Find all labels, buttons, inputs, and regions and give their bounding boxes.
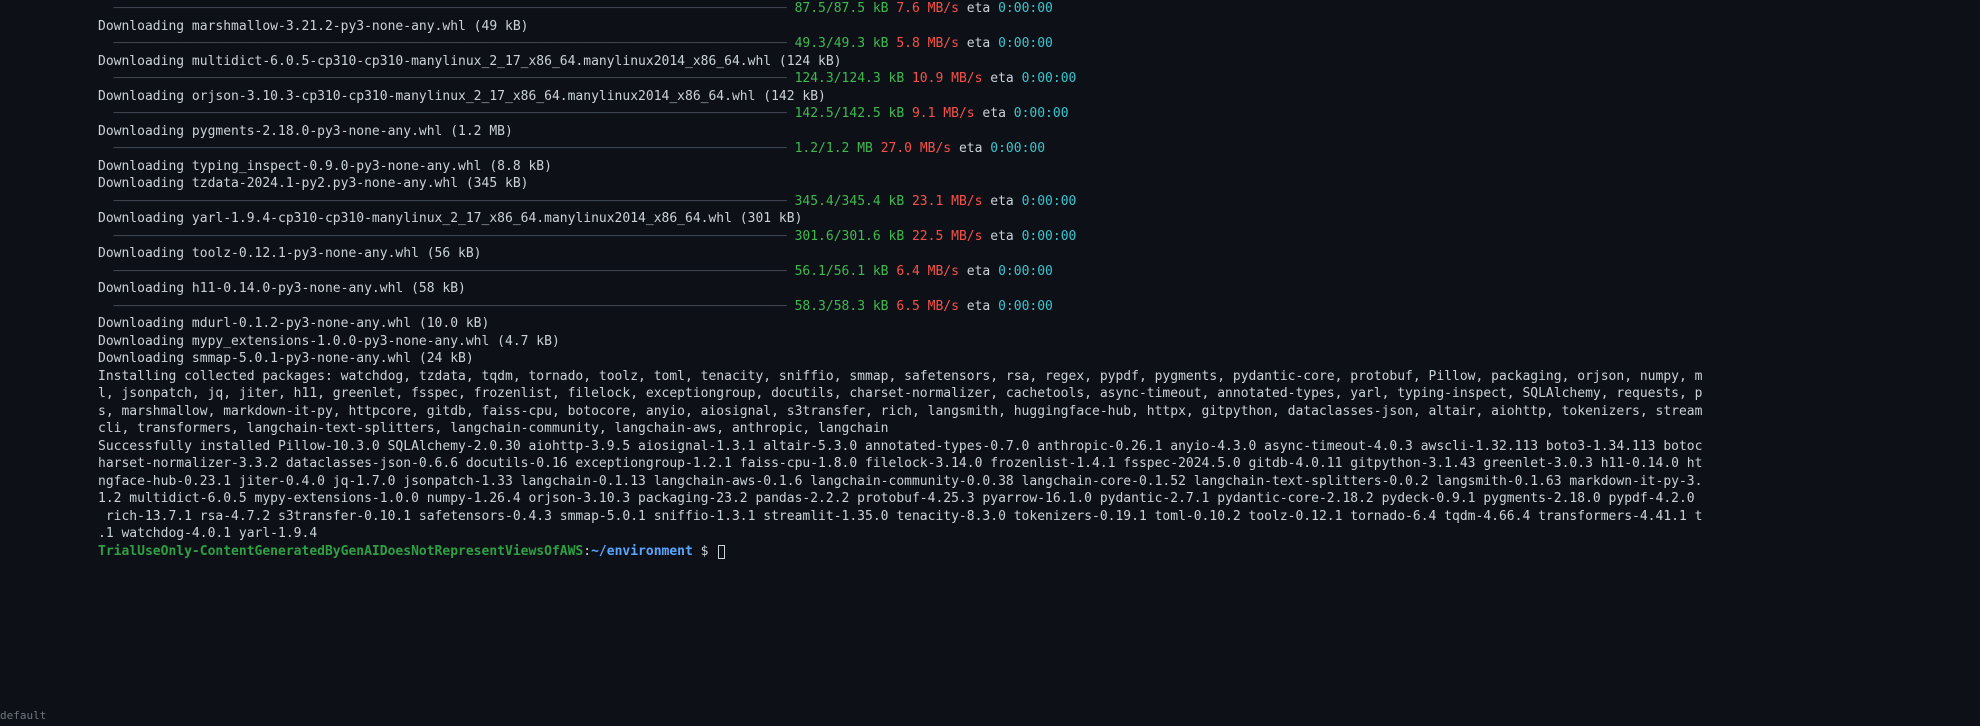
progress-size: 345.4/345.4 kB — [795, 194, 905, 209]
download-line: Downloading toolz-0.12.1-py3-none-any.wh… — [98, 245, 1980, 263]
download-line: Downloading orjson-3.10.3-cp310-cp310-ma… — [98, 88, 1980, 106]
eta-label: eta — [975, 106, 1014, 121]
installing-line: Installing collected packages: watchdog,… — [98, 368, 1980, 386]
progress-bar: ────────────────────────────────────────… — [98, 228, 1980, 246]
eta-value: 0:00:00 — [998, 1, 1053, 16]
download-line: Downloading smmap-5.0.1-py3-none-any.whl… — [98, 350, 1980, 368]
eta-label: eta — [982, 194, 1021, 209]
eta-label: eta — [982, 71, 1021, 86]
installing-line: cli, transformers, langchain-text-splitt… — [98, 420, 1980, 438]
eta-label: eta — [982, 229, 1021, 244]
eta-value: 0:00:00 — [998, 36, 1053, 51]
shell-prompt[interactable]: TrialUseOnly-ContentGeneratedByGenAIDoes… — [98, 543, 1980, 561]
progress-speed: 6.4 MB/s — [896, 264, 959, 279]
success-line: .1 watchdog-4.0.1 yarl-1.9.4 — [98, 525, 1980, 543]
progress-bar: ────────────────────────────────────────… — [98, 263, 1980, 281]
progress-bar: ────────────────────────────────────────… — [98, 70, 1980, 88]
terminal-output[interactable]: ────────────────────────────────────────… — [0, 0, 1980, 560]
progress-speed: 9.1 MB/s — [912, 106, 975, 121]
download-line: Downloading multidict-6.0.5-cp310-cp310-… — [98, 53, 1980, 71]
success-line: ngface-hub-0.23.1 jiter-0.4.0 jq-1.7.0 j… — [98, 473, 1980, 491]
installing-line: s, marshmallow, markdown-it-py, httpcore… — [98, 403, 1980, 421]
eta-label: eta — [959, 36, 998, 51]
progress-speed: 23.1 MB/s — [912, 194, 982, 209]
progress-bar: ────────────────────────────────────────… — [98, 193, 1980, 211]
progress-bar: ────────────────────────────────────────… — [98, 298, 1980, 316]
success-line: Successfully installed Pillow-10.3.0 SQL… — [98, 438, 1980, 456]
eta-label: eta — [959, 299, 998, 314]
progress-speed: 6.5 MB/s — [896, 299, 959, 314]
progress-speed: 27.0 MB/s — [881, 141, 951, 156]
eta-value: 0:00:00 — [998, 264, 1053, 279]
progress-size: 87.5/87.5 kB — [795, 1, 889, 16]
progress-size: 142.5/142.5 kB — [795, 106, 905, 121]
download-line: Downloading yarl-1.9.4-cp310-cp310-manyl… — [98, 210, 1980, 228]
prompt-host: TrialUseOnly-ContentGeneratedByGenAIDoes… — [98, 544, 583, 559]
success-line: rich-13.7.1 rsa-4.7.2 s3transfer-0.10.1 … — [98, 508, 1980, 526]
cursor — [718, 545, 725, 559]
download-line: Downloading mypy_extensions-1.0.0-py3-no… — [98, 333, 1980, 351]
installing-line: l, jsonpatch, jq, jiter, h11, greenlet, … — [98, 385, 1980, 403]
progress-speed: 22.5 MB/s — [912, 229, 982, 244]
progress-size: 56.1/56.1 kB — [795, 264, 889, 279]
progress-size: 124.3/124.3 kB — [795, 71, 905, 86]
eta-value: 0:00:00 — [990, 141, 1045, 156]
eta-label: eta — [951, 141, 990, 156]
download-line: Downloading mdurl-0.1.2-py3-none-any.whl… — [98, 315, 1980, 333]
progress-speed: 10.9 MB/s — [912, 71, 982, 86]
eta-value: 0:00:00 — [998, 299, 1053, 314]
progress-bar: ────────────────────────────────────────… — [98, 105, 1980, 123]
download-line: Downloading marshmallow-3.21.2-py3-none-… — [98, 18, 1980, 36]
eta-label: eta — [959, 1, 998, 16]
eta-value: 0:00:00 — [1022, 71, 1077, 86]
progress-size: 1.2/1.2 MB — [795, 141, 873, 156]
progress-speed: 7.6 MB/s — [896, 1, 959, 16]
eta-value: 0:00:00 — [1014, 106, 1069, 121]
progress-speed: 5.8 MB/s — [896, 36, 959, 51]
prompt-path: ~/environment — [591, 544, 693, 559]
eta-value: 0:00:00 — [1022, 194, 1077, 209]
progress-size: 58.3/58.3 kB — [795, 299, 889, 314]
progress-bar: ────────────────────────────────────────… — [98, 0, 1980, 18]
footer-label: default — [0, 707, 46, 725]
progress-size: 49.3/49.3 kB — [795, 36, 889, 51]
eta-label: eta — [959, 264, 998, 279]
download-line: Downloading tzdata-2024.1-py2.py3-none-a… — [98, 175, 1980, 193]
download-line: Downloading pygments-2.18.0-py3-none-any… — [98, 123, 1980, 141]
progress-bar: ────────────────────────────────────────… — [98, 140, 1980, 158]
download-line: Downloading typing_inspect-0.9.0-py3-non… — [98, 158, 1980, 176]
success-line: harset-normalizer-3.3.2 dataclasses-json… — [98, 455, 1980, 473]
progress-bar: ────────────────────────────────────────… — [98, 35, 1980, 53]
progress-size: 301.6/301.6 kB — [795, 229, 905, 244]
eta-value: 0:00:00 — [1022, 229, 1077, 244]
success-line: 1.2 multidict-6.0.5 mypy-extensions-1.0.… — [98, 490, 1980, 508]
download-line: Downloading h11-0.14.0-py3-none-any.whl … — [98, 280, 1980, 298]
